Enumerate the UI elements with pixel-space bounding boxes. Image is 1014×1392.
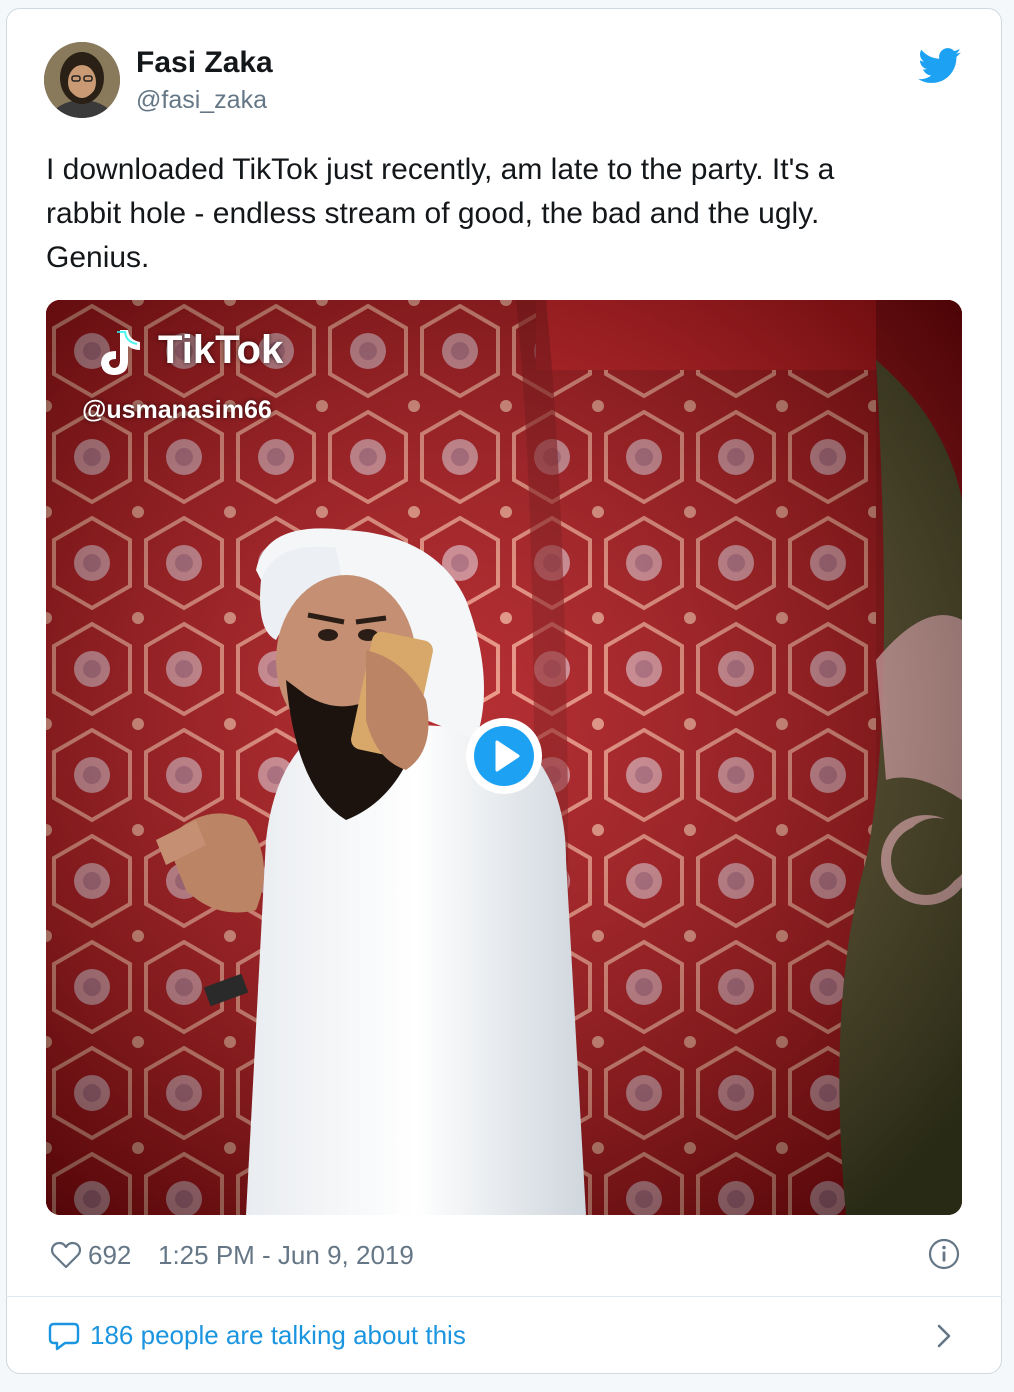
tweet-text: I downloaded TikTok just recently, am la… [46,153,835,274]
play-button-circle [474,726,534,786]
avatar[interactable] [44,42,120,118]
chevron-right-icon [937,1324,951,1348]
twitter-bird-icon[interactable] [918,48,962,84]
divider [6,1296,1002,1297]
like-count[interactable]: 692 [88,1240,131,1271]
video-thumbnail[interactable]: TikTok @usmanasim66 [46,300,962,1215]
conversation-label[interactable]: 186 people are talking about this [90,1320,466,1351]
author-handle[interactable]: @fasi_zaka [136,86,267,115]
tiktok-note-icon [101,330,140,375]
conversation-link[interactable]: 186 people are talking about this [46,1314,966,1358]
author-name[interactable]: Fasi Zaka [136,46,273,80]
play-button[interactable] [466,718,542,794]
timestamp[interactable]: 1:25 PM - Jun 9, 2019 [158,1240,414,1271]
reply-bubble-icon [48,1322,80,1351]
play-icon [495,740,520,772]
info-icon[interactable] [928,1238,960,1270]
heart-icon[interactable] [50,1240,82,1270]
tiktok-brand: TikTok [158,328,284,372]
tiktok-username: @usmanasim66 [82,396,272,424]
